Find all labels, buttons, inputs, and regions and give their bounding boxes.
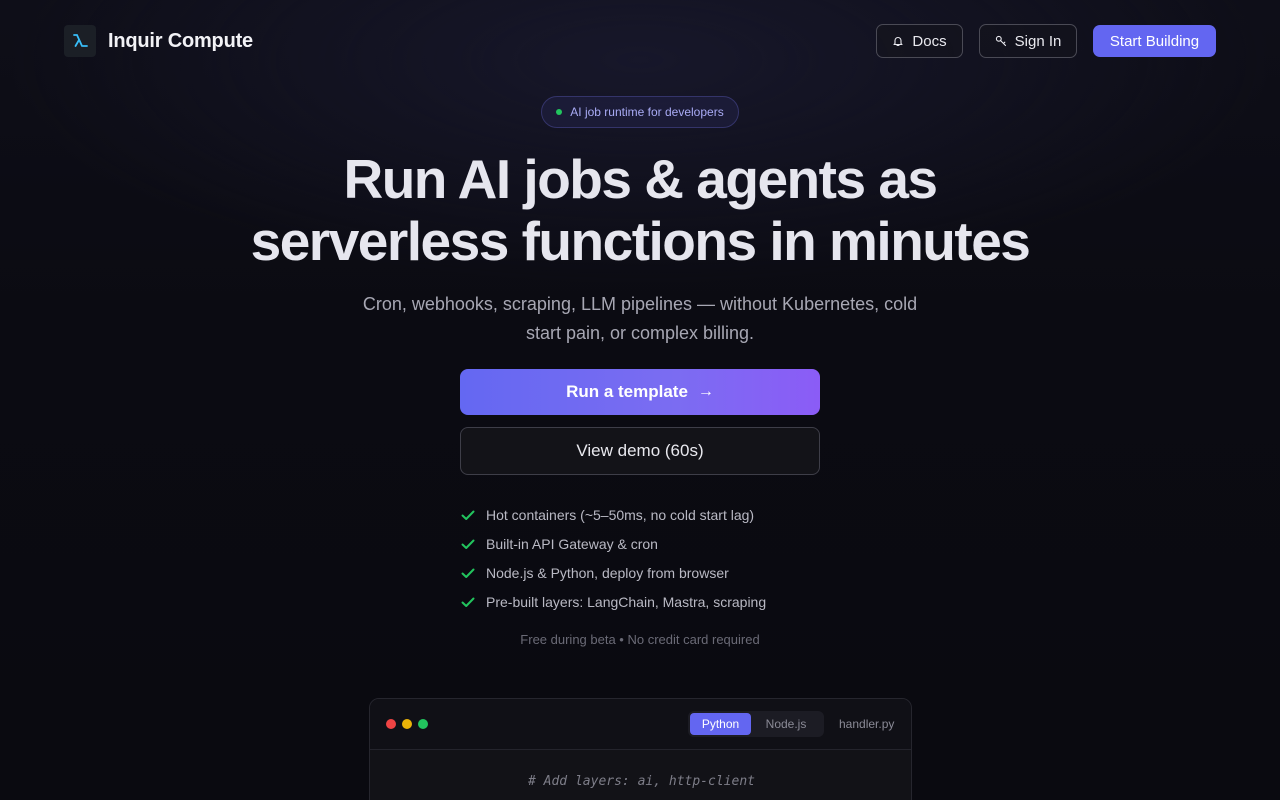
- arrow-right-icon: →: [697, 383, 714, 400]
- bell-icon: [893, 37, 903, 47]
- top-nav: Inquir Compute Docs Sign In Start Buildi…: [0, 0, 1280, 82]
- window-minimize-dot: [402, 719, 412, 729]
- key-icon: [995, 35, 1006, 47]
- hero-subtext: Cron, webhooks, scraping, LLM pipelines …: [340, 290, 940, 348]
- hero-badge: AI job runtime for developers: [541, 96, 739, 128]
- view-demo-button[interactable]: View demo (60s): [460, 427, 820, 475]
- feature-item: Pre-built layers: LangChain, Mastra, scr…: [460, 587, 860, 616]
- feature-item: Built-in API Gateway & cron: [460, 529, 860, 558]
- brand-name[interactable]: Inquir Compute: [108, 30, 253, 53]
- tab-python[interactable]: Python: [690, 713, 751, 735]
- subtext-line-1: Cron, webhooks, scraping, LLM pipelines …: [362, 294, 918, 314]
- feature-list: Hot containers (~5–50ms, no cold start l…: [460, 500, 860, 616]
- check-icon: [461, 568, 475, 578]
- feature-item: Hot containers (~5–50ms, no cold start l…: [460, 500, 860, 529]
- lambda-glyph: [73, 34, 88, 47]
- code-body: # Add layers: ai, http-client: [370, 750, 911, 800]
- run-template-label: Run a template: [566, 382, 688, 401]
- docs-label: Docs: [912, 32, 947, 50]
- window-maximize-dot: [418, 719, 428, 729]
- run-template-button[interactable]: Run a template →: [460, 369, 820, 415]
- start-building-button[interactable]: Start Building: [1093, 25, 1216, 57]
- tab-nodejs[interactable]: Node.js: [751, 713, 821, 735]
- sign-in-label: Sign In: [1014, 32, 1062, 50]
- file-name: handler.py: [839, 717, 895, 731]
- beta-note: Free during beta • No credit card requir…: [520, 632, 760, 647]
- headline-line-2: serverless functions in minutes: [250, 210, 1031, 272]
- code-panel-header: Python Node.js handler.py: [370, 699, 911, 750]
- code-comment-line: # Add layers: ai, http-client: [528, 774, 755, 789]
- code-panel: Python Node.js handler.py # Add layers: …: [369, 698, 912, 800]
- docs-button[interactable]: Docs: [876, 24, 963, 58]
- headline-line-1: Run AI jobs & agents as: [343, 148, 938, 210]
- check-icon: [461, 539, 475, 549]
- language-tabs: Python Node.js: [688, 711, 824, 737]
- feature-text: Built-in API Gateway & cron: [486, 535, 658, 552]
- status-dot: [556, 109, 563, 115]
- subtext-line-2: start pain, or complex billing.: [525, 323, 755, 343]
- window-close-dot: [386, 719, 396, 729]
- check-icon: [461, 597, 475, 607]
- sign-in-button[interactable]: Sign In: [979, 24, 1077, 58]
- hero-badge-label: AI job runtime for developers: [570, 105, 724, 119]
- feature-text: Node.js & Python, deploy from browser: [486, 564, 729, 581]
- feature-text: Hot containers (~5–50ms, no cold start l…: [486, 506, 755, 523]
- feature-text: Pre-built layers: LangChain, Mastra, scr…: [486, 593, 767, 610]
- feature-item: Node.js & Python, deploy from browser: [460, 558, 860, 587]
- hero-headline: Run AI jobs & agents as serverless funct…: [140, 148, 1140, 272]
- lambda-icon[interactable]: [64, 25, 96, 57]
- check-icon: [461, 510, 475, 520]
